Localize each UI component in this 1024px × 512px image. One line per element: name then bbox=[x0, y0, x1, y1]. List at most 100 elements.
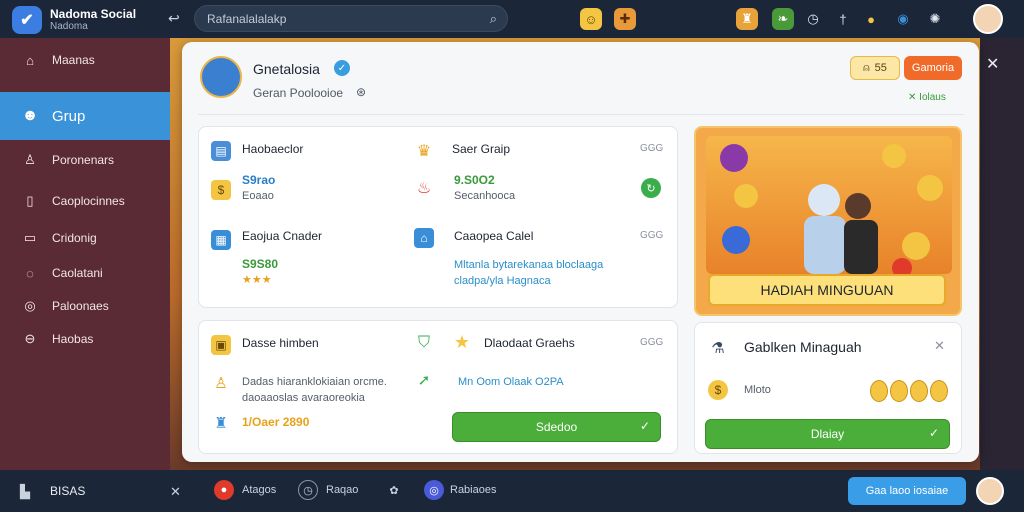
search-icon[interactable]: ⌕ bbox=[490, 11, 497, 27]
sidebar-item-paloonaes[interactable]: ◎ Paloonaes bbox=[0, 288, 170, 324]
bottom-label: BISAS bbox=[50, 484, 86, 498]
top-bar: ✔ Nadoma Social Nadoma ↩ ⌕ ☺ ✚ ♜ ❧ ◷ † ●… bbox=[0, 0, 1024, 38]
leaf-icon[interactable]: ❧ bbox=[772, 8, 794, 30]
sidebar-item-caoplocinnes[interactable]: ▯ Caoplocinnes bbox=[0, 183, 170, 219]
character-body bbox=[844, 220, 878, 274]
stat-sub: Eoaao bbox=[242, 190, 274, 202]
sidebar-item-cridonig[interactable]: ▭ Cridonig bbox=[0, 220, 170, 256]
clock-icon[interactable]: ◷ bbox=[802, 8, 824, 30]
claim-button[interactable]: Sdedoo ✓ bbox=[452, 412, 661, 442]
person-icon: ♙ bbox=[214, 375, 228, 392]
reward-art bbox=[720, 144, 943, 278]
quest-value: 1/Oaer 2890 bbox=[242, 415, 310, 429]
trophy-icon: ♛ bbox=[416, 143, 432, 160]
coin-icon bbox=[910, 380, 928, 402]
claim-button-label: Sdedoo bbox=[535, 420, 578, 434]
gem-icon bbox=[892, 258, 912, 278]
more-label[interactable]: GGG bbox=[640, 143, 663, 154]
flask-icon: ⚗ bbox=[711, 340, 725, 357]
house-icon: ⌂ bbox=[414, 228, 434, 248]
user-avatar[interactable] bbox=[976, 477, 1004, 505]
gift-icon[interactable]: ✚ bbox=[614, 8, 636, 30]
sidebar-item-grup[interactable]: ☻ Grup bbox=[0, 92, 170, 140]
sidebar-item-maanas[interactable]: ⌂ Maanas bbox=[0, 42, 170, 78]
help-icon: ⊖ bbox=[24, 331, 36, 346]
emoji-icon[interactable]: ☺ bbox=[580, 8, 602, 30]
coin-count: 55 bbox=[874, 62, 887, 74]
group-icon: ☻ bbox=[21, 107, 39, 124]
clock-icon[interactable]: ◷ bbox=[298, 480, 318, 500]
coin-icon: $ bbox=[708, 380, 728, 400]
reward-title: HADIAH MINGUUAN bbox=[708, 274, 946, 306]
quest-progress-text: Mn Oom Olaak O2PA bbox=[458, 376, 564, 388]
stat-value: 9.S0O2 bbox=[454, 173, 495, 187]
more-label[interactable]: GGG bbox=[640, 337, 663, 348]
stat-value: S9S80 bbox=[242, 257, 279, 271]
sidebar-item-caolatani[interactable]: ◌ Caolatani bbox=[0, 255, 170, 291]
coin-balance[interactable]: ⍝ 55 bbox=[850, 56, 900, 80]
app-logo[interactable]: ✔ bbox=[12, 6, 42, 34]
coin-icon bbox=[917, 175, 943, 201]
weekly-label: Mloto bbox=[744, 384, 771, 396]
coin-icon bbox=[882, 144, 906, 168]
globe-icon[interactable]: ◉ bbox=[892, 8, 914, 30]
settings-small-icon[interactable]: ⊛ bbox=[356, 85, 366, 99]
weekly-claim-button[interactable]: Dlaiay ✓ bbox=[705, 419, 950, 449]
verified-icon: ✓ bbox=[334, 60, 350, 76]
discord-icon[interactable]: ◎ bbox=[424, 480, 444, 500]
bell-icon: ⍝ bbox=[863, 61, 870, 74]
stat-label: Eaojua Cnader bbox=[242, 229, 323, 243]
home-icon: ⌂ bbox=[26, 52, 34, 68]
refresh-icon[interactable]: ↻ bbox=[641, 178, 661, 198]
sidebar: ⌂ Maanas ☻ Grup ♙ Poronenars ▯ Caoplocin… bbox=[0, 38, 170, 470]
stat-label: Haobaeclor bbox=[242, 142, 304, 156]
primary-action-button[interactable]: Gaa laoo iosaiae bbox=[848, 477, 966, 505]
settings-icon: ◎ bbox=[24, 298, 36, 313]
weekly-reward-banner[interactable]: HADIAH MINGUUAN bbox=[694, 126, 962, 316]
gamoria-button[interactable]: Gamoria bbox=[904, 56, 962, 80]
coin-icon bbox=[902, 232, 930, 260]
bottom-item[interactable]: Raqao bbox=[326, 484, 358, 496]
sidebar-item-label: Poronenars bbox=[52, 153, 115, 167]
character-head bbox=[845, 193, 871, 219]
character-body bbox=[804, 216, 846, 274]
shop-icon: ▯ bbox=[26, 193, 34, 208]
coin-icon bbox=[734, 184, 758, 208]
search-bar[interactable]: ⌕ bbox=[194, 5, 508, 32]
quest-label: Dasse himben bbox=[242, 336, 319, 350]
notification-icon[interactable]: ● bbox=[214, 480, 234, 500]
chart-icon: ▦ bbox=[211, 230, 231, 250]
gear-icon[interactable]: ✺ bbox=[924, 8, 946, 30]
bulb-icon[interactable]: ● bbox=[860, 8, 882, 30]
close-icon[interactable]: ✕ bbox=[170, 484, 181, 500]
sidebar-item-label: Paloonaes bbox=[52, 299, 109, 313]
chat-icon: ◌ bbox=[26, 265, 34, 281]
more-label[interactable]: GGG bbox=[640, 230, 663, 241]
sidebar-item-label: Cridonig bbox=[52, 231, 97, 245]
small-link[interactable]: ✕ Iolaus bbox=[908, 92, 946, 103]
user-avatar[interactable] bbox=[973, 4, 1003, 34]
star-icon: ★ bbox=[453, 331, 471, 352]
close-icon[interactable]: ✕ bbox=[986, 54, 999, 74]
weekly-claim-label: Dlaiay bbox=[810, 427, 845, 441]
shield-icon: ⛉ bbox=[417, 334, 430, 351]
pin-icon[interactable]: † bbox=[832, 8, 854, 30]
bottom-item[interactable]: Rabiaoes bbox=[450, 484, 496, 496]
search-input[interactable] bbox=[207, 11, 477, 26]
puzzle-icon[interactable]: ✿ bbox=[384, 480, 404, 500]
sidebar-item-haobas[interactable]: ⊖ Haobas bbox=[0, 321, 170, 357]
back-icon[interactable]: ↩ bbox=[168, 10, 180, 27]
box-icon: ▣ bbox=[211, 335, 231, 355]
chart-icon[interactable]: ▙ bbox=[20, 484, 30, 500]
reward-illustration bbox=[706, 136, 952, 278]
activity-text[interactable]: Mltanla bytarekanaa bloclaaga cladpa/yla… bbox=[454, 257, 654, 289]
sidebar-item-poronenars[interactable]: ♙ Poronenars bbox=[0, 142, 170, 178]
group-name: Gnetalosia bbox=[253, 61, 320, 77]
app-subtitle: Nadoma bbox=[50, 21, 88, 32]
trophy-icon[interactable]: ♜ bbox=[736, 8, 758, 30]
sidebar-item-label: Caolatani bbox=[52, 266, 103, 280]
sidebar-item-label: Maanas bbox=[52, 53, 95, 67]
close-icon[interactable]: ✕ bbox=[934, 338, 945, 354]
coin-icon bbox=[870, 380, 888, 402]
bottom-item[interactable]: Atagos bbox=[242, 484, 276, 496]
